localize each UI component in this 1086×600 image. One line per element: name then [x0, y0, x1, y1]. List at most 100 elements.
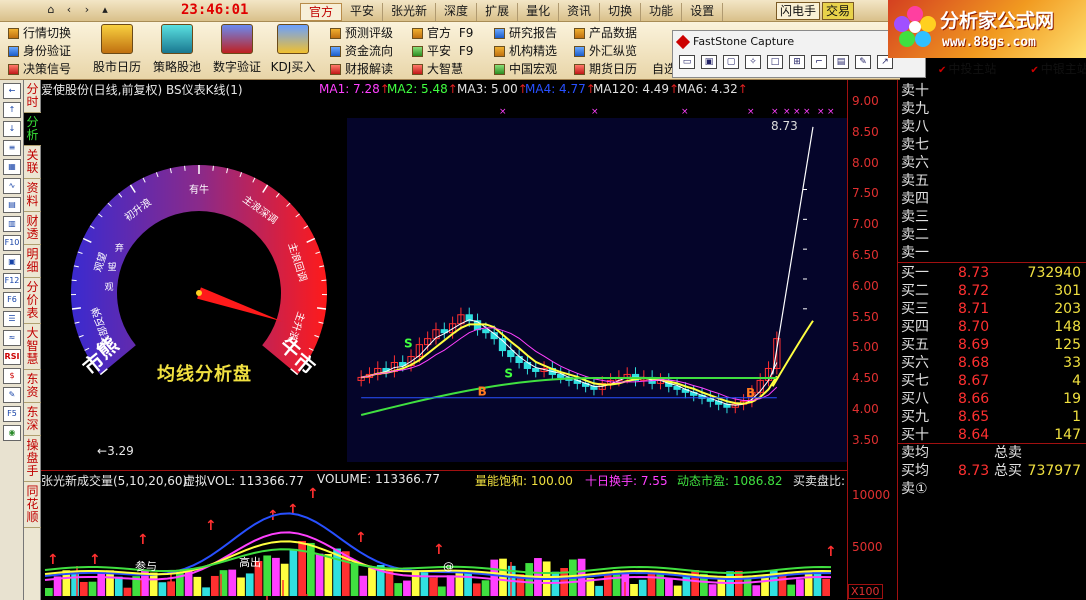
rsi-icon[interactable]: RSI	[3, 349, 21, 365]
table-icon[interactable]: ▤	[3, 197, 21, 213]
calc-icon[interactable]: ▣	[3, 254, 21, 270]
money-icon[interactable]: $	[3, 368, 21, 384]
toolbar-item-institution[interactable]: 机构精选	[494, 42, 557, 60]
tab-related[interactable]: 关联	[24, 146, 41, 179]
buy-row[interactable]: 买八 8.66 19	[898, 390, 1086, 408]
sell-row[interactable]: 卖八	[898, 118, 1086, 136]
globe-icon[interactable]: ◉	[3, 425, 21, 441]
f6-icon[interactable]: F6	[3, 292, 21, 308]
toolbar-item-quote-switch[interactable]: 行情切换	[8, 24, 84, 42]
f5-icon[interactable]: F5	[3, 406, 21, 422]
sell-level-label: 卖六	[901, 155, 929, 171]
link-zhongtou[interactable]: 中投主站	[938, 60, 996, 77]
tab-dongshen[interactable]: 东深	[24, 403, 41, 436]
sell-row[interactable]: 卖三	[898, 208, 1086, 226]
arrow-left-icon[interactable]: ←	[3, 83, 21, 99]
capture-rect-icon[interactable]: ▢	[723, 55, 739, 69]
sell-row[interactable]: 卖六	[898, 154, 1086, 172]
sell-row[interactable]: 卖五	[898, 172, 1086, 190]
capture-object-icon[interactable]: ▣	[701, 55, 717, 69]
toolbar-item-official-f9[interactable]: 官方 F9	[412, 24, 473, 42]
tab-detail[interactable]: 明细	[24, 245, 41, 278]
tab-intraday[interactable]: 分时	[24, 80, 41, 113]
menu-item-settings[interactable]: 设置	[682, 3, 724, 21]
arrow-up-icon[interactable]: ↑	[3, 102, 21, 118]
menu-item-news[interactable]: 资讯	[559, 3, 601, 21]
toolbar-item-futures[interactable]: 期货日历	[574, 60, 637, 78]
sell-row[interactable]: 卖九	[898, 100, 1086, 118]
toolbar-item-dzh[interactable]: 大智慧	[412, 60, 473, 78]
toolbar-big-calendar[interactable]: 股市日历	[84, 24, 150, 76]
sell-row[interactable]: 卖十	[898, 82, 1086, 100]
capture-fullscreen-icon[interactable]: □	[767, 55, 783, 69]
toolbar-item-identity[interactable]: 身份验证	[8, 42, 84, 60]
doc-icon[interactable]: ☰	[3, 311, 21, 327]
product-icon	[574, 27, 585, 39]
toolbar-item-forex[interactable]: 外汇纵览	[574, 42, 637, 60]
line-chart-icon[interactable]: ∿	[3, 178, 21, 194]
buy-row[interactable]: 买三 8.71 203	[898, 300, 1086, 318]
tab-trader[interactable]: 操盘手	[24, 436, 41, 482]
sell-row[interactable]: 卖二	[898, 226, 1086, 244]
pencil-icon[interactable]: ✎	[3, 387, 21, 403]
toolbar-big-strategy[interactable]: 策略股池	[144, 24, 210, 76]
toolbar-item-signal[interactable]: 决策信号	[8, 60, 84, 78]
buy-row[interactable]: 买一 8.73 732940	[898, 264, 1086, 282]
toolbar-item-macro[interactable]: 中国宏观	[494, 60, 557, 78]
up-icon[interactable]: ▴	[98, 2, 112, 18]
flash-trade-button[interactable]: 闪电手	[776, 2, 821, 20]
wave-icon[interactable]: ≈	[3, 330, 21, 346]
palette-icon[interactable]: ✎	[855, 55, 871, 69]
menu-item-extend[interactable]: 扩展	[477, 3, 519, 21]
toolbar-item-research[interactable]: 研究报告	[494, 24, 557, 42]
buy-row[interactable]: 买九 8.65 1	[898, 408, 1086, 426]
tab-dongzi[interactable]: 东资	[24, 370, 41, 403]
trade-button[interactable]: 交易	[822, 2, 855, 20]
buy-row[interactable]: 买七 8.67 4	[898, 372, 1086, 390]
sell-row[interactable]: 卖四	[898, 190, 1086, 208]
toolbar-item-pingan-f9[interactable]: 平安 F9	[412, 42, 473, 60]
buy-row[interactable]: 买十 8.64 147	[898, 426, 1086, 444]
toolbar-item-financial[interactable]: 财报解读	[330, 60, 393, 78]
back-icon[interactable]: ‹	[62, 2, 76, 18]
capture-scroll-icon[interactable]: ⊞	[789, 55, 805, 69]
buy-row[interactable]: 买五 8.69 125	[898, 336, 1086, 354]
tab-ths[interactable]: 同花顺	[24, 482, 41, 528]
grid-icon[interactable]: ▦	[3, 159, 21, 175]
menu-item-quant[interactable]: 量化	[518, 3, 560, 21]
menu-item-pingan[interactable]: 平安	[342, 3, 384, 21]
capture-window-icon[interactable]: ▭	[679, 55, 695, 69]
kline-chart[interactable]: 爱使股份(日线,前复权) BS仪表K线(1) MA1: 7.28↑ MA2: 5…	[41, 80, 847, 600]
toolbar-item-rating[interactable]: 预测评级	[330, 24, 393, 42]
sell-row[interactable]: 卖一	[898, 244, 1086, 262]
menu-item-function[interactable]: 功能	[641, 3, 683, 21]
menu-item-zhangguangxin[interactable]: 张光新	[383, 3, 437, 21]
f10-icon[interactable]: F10	[3, 235, 21, 251]
tab-price-table[interactable]: 分价表	[24, 278, 41, 324]
capture-freehand-icon[interactable]: ✧	[745, 55, 761, 69]
list-icon[interactable]: ≡	[3, 140, 21, 156]
menu-item-depth[interactable]: 深度	[436, 3, 478, 21]
toolbar-big-kdj[interactable]: KDJ买入	[260, 24, 326, 76]
f12-icon[interactable]: F12	[3, 273, 21, 289]
link-zhongyin[interactable]: 中银主站	[1030, 60, 1086, 77]
buy-row[interactable]: 买二 8.72 301	[898, 282, 1086, 300]
toolbar-item-product[interactable]: 产品数据	[574, 24, 637, 42]
menu-item-switch[interactable]: 切换	[600, 3, 642, 21]
buy-row[interactable]: 买六 8.68 33	[898, 354, 1086, 372]
menu-item-official[interactable]: 官方	[300, 3, 343, 21]
tab-dzh[interactable]: 大智慧	[24, 324, 41, 370]
arrow-down-icon[interactable]: ↓	[3, 121, 21, 137]
home-icon[interactable]: ⌂	[44, 2, 58, 18]
candle-icon[interactable]: ▥	[3, 216, 21, 232]
forward-icon[interactable]: ›	[80, 2, 94, 18]
buy-row[interactable]: 买四 8.70 148	[898, 318, 1086, 336]
buy-volume: 203	[1054, 301, 1081, 317]
sell-row[interactable]: 卖七	[898, 136, 1086, 154]
capture-video-icon[interactable]: ▤	[833, 55, 849, 69]
toolbar-item-fundflow[interactable]: 资金流向	[330, 42, 393, 60]
tab-finance[interactable]: 财透	[24, 212, 41, 245]
capture-fixed-icon[interactable]: ⌐	[811, 55, 827, 69]
tab-profile[interactable]: 资料	[24, 179, 41, 212]
tab-analysis[interactable]: 分析	[24, 113, 41, 146]
